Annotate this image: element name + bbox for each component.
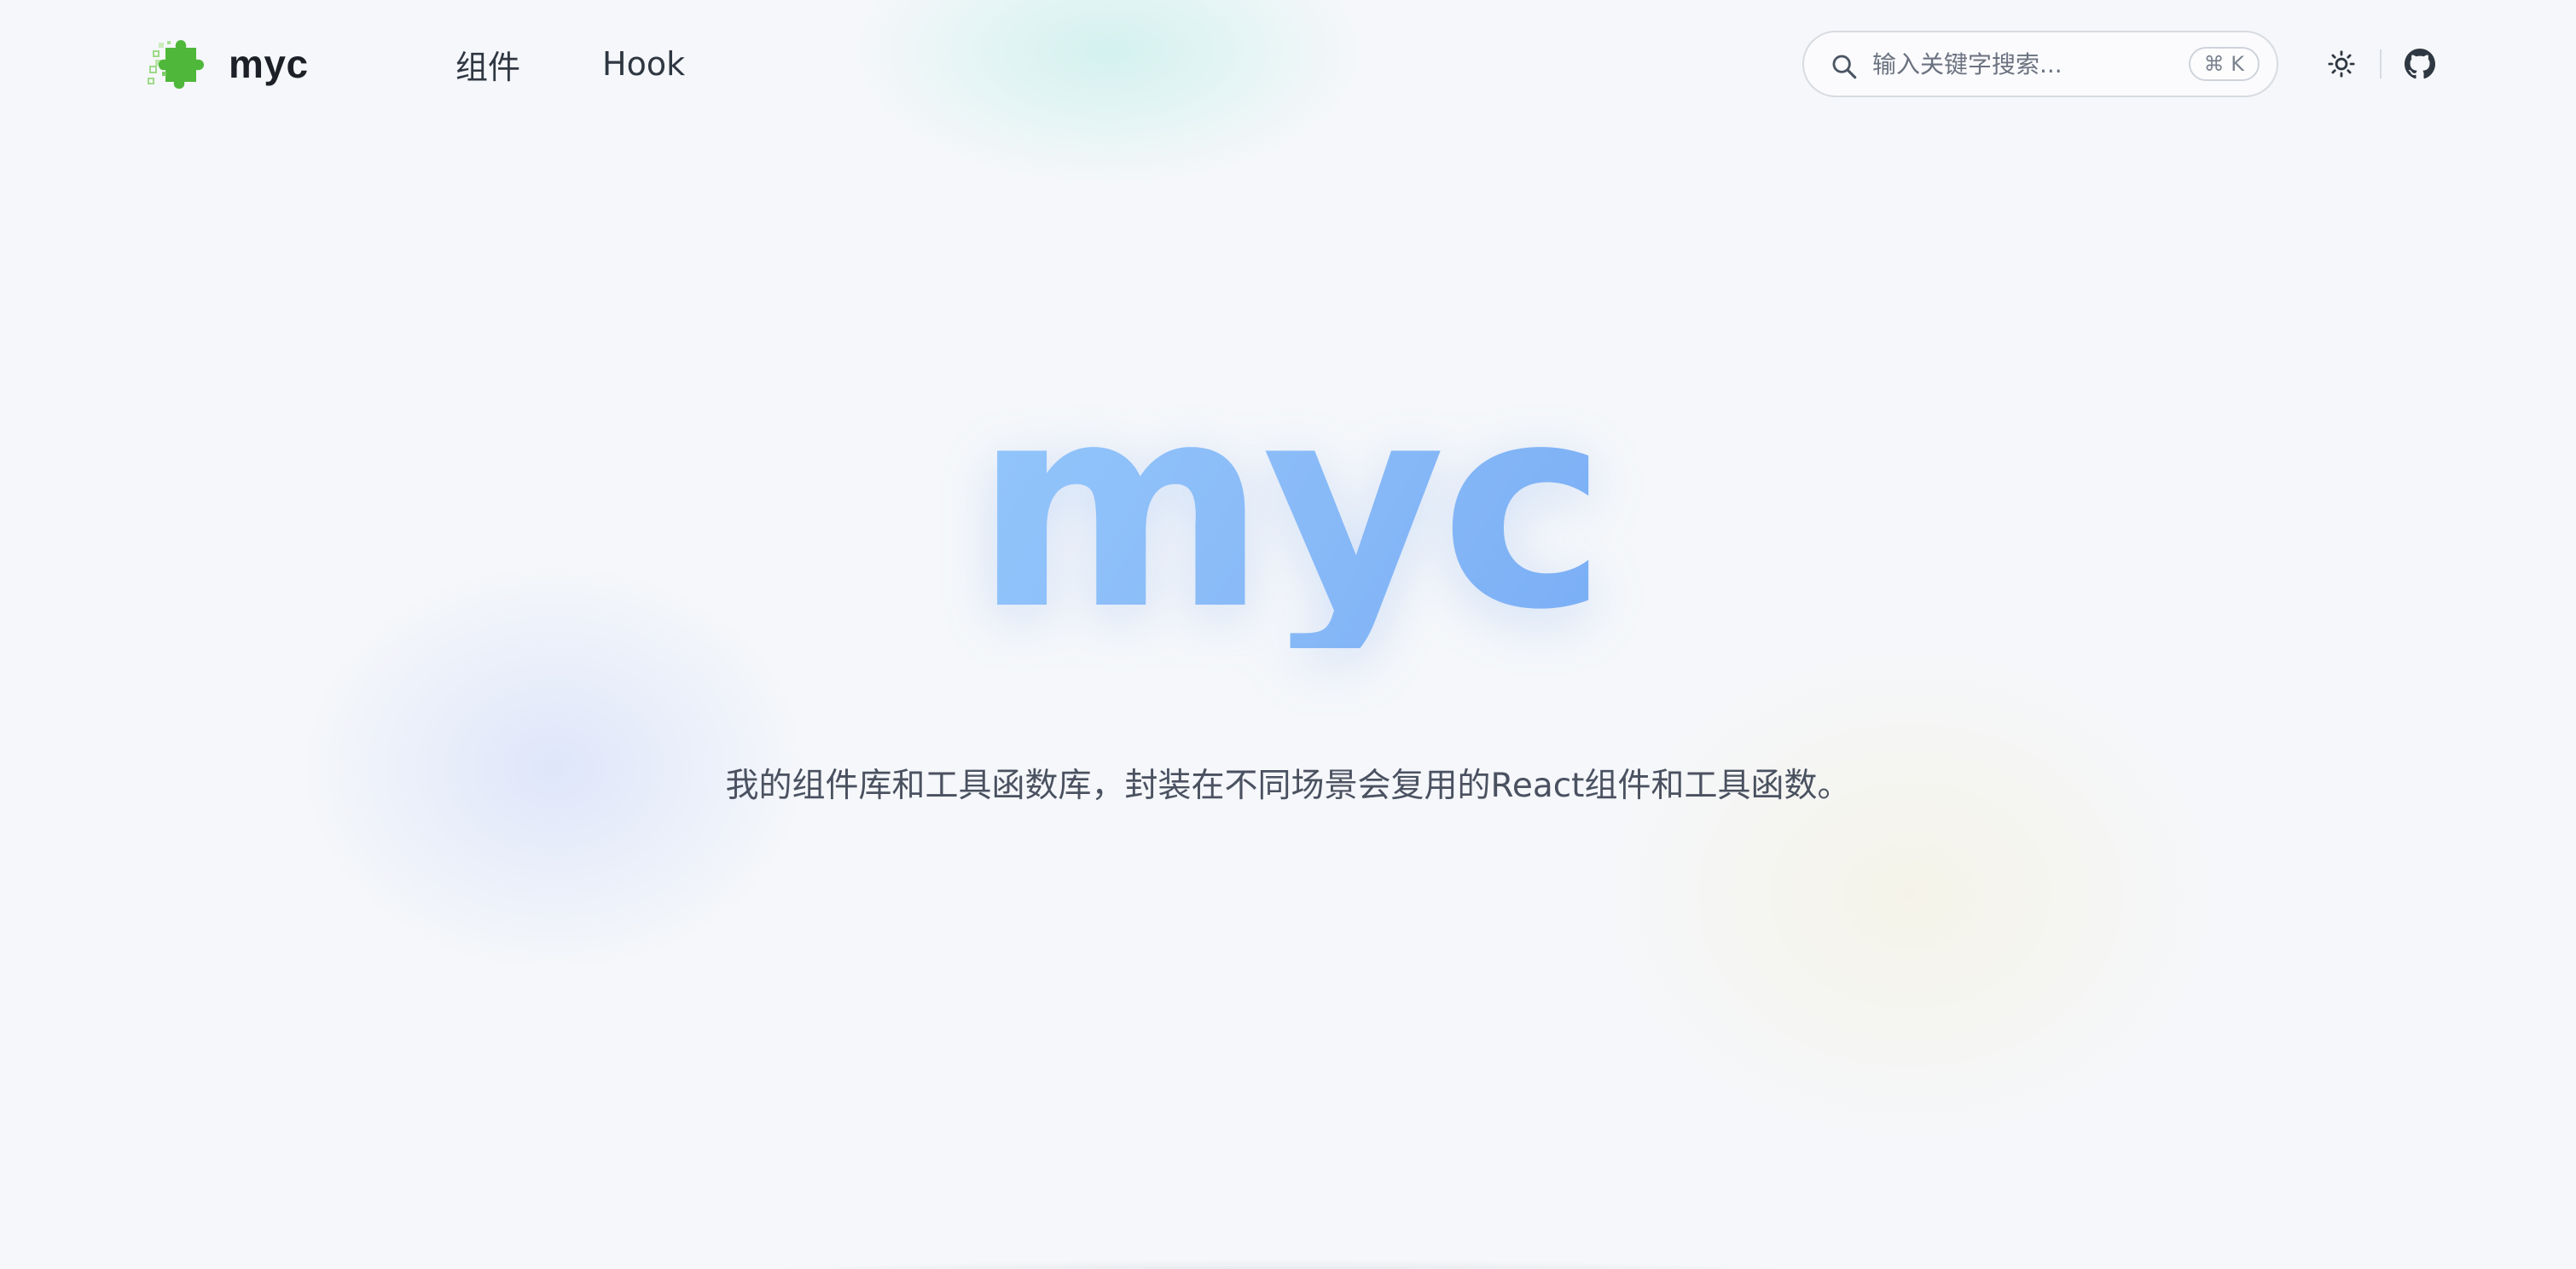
search-box[interactable]: ⌘ K (1802, 31, 2278, 97)
theme-toggle-button[interactable] (2322, 44, 2361, 84)
brand-name: myc (229, 42, 309, 86)
github-icon (2405, 49, 2435, 79)
main-nav: 组件 Hook (455, 38, 685, 90)
search-shortcut-badge: ⌘ K (2188, 47, 2260, 81)
nav-link-components[interactable]: 组件 (455, 41, 520, 88)
search-icon (1832, 55, 1857, 79)
toolbar-divider (2380, 49, 2382, 78)
hero-title: myc (0, 367, 2576, 648)
hero-title-text: myc (973, 344, 1608, 671)
top-navbar: myc 组件 Hook ⌘ K (0, 0, 2576, 128)
hero-description: 我的组件库和工具函数库，封装在不同场景会复用的React组件和工具函数。 (725, 767, 1851, 805)
github-link[interactable] (2400, 44, 2440, 84)
puzzle-piece-icon (148, 40, 204, 89)
search-input[interactable] (1872, 44, 2162, 84)
nav-link-hook[interactable]: Hook (602, 45, 685, 83)
bottom-shadow (444, 1243, 2115, 1269)
sun-icon (2328, 50, 2355, 78)
brand-home-link[interactable]: myc (147, 34, 309, 94)
